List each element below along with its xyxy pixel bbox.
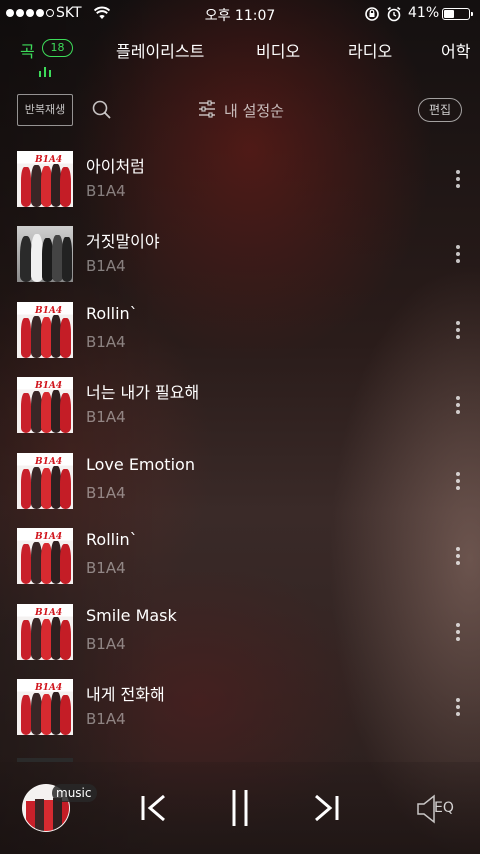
song-title: 아이처럼: [86, 157, 145, 176]
repeat-label: 반복재생: [24, 103, 66, 116]
now-playing-indicator-icon: [39, 67, 51, 77]
eq-label: EQ: [434, 800, 454, 816]
list-item[interactable]: B1A4 Rollin` B1A4: [0, 302, 480, 378]
more-options-icon[interactable]: [454, 472, 462, 492]
rotation-lock-icon: [365, 7, 379, 21]
more-options-icon[interactable]: [454, 245, 462, 265]
song-artist: B1A4: [86, 182, 126, 200]
song-title: Smile Mask: [86, 606, 177, 625]
tab-radio[interactable]: 라디오: [348, 38, 392, 62]
status-bar: SKT 오후 11:07 41%: [0, 0, 480, 28]
song-title: 내게 전화해: [86, 685, 165, 704]
list-item[interactable]: B1A4 Love Emotion B1A4: [0, 453, 480, 529]
tab-videos[interactable]: 비디오: [256, 38, 300, 62]
edit-label: 편집: [428, 103, 452, 117]
list-item[interactable]: B1A4 내게 전화해 B1A4: [0, 679, 480, 755]
list-item[interactable]: B1A4 Rollin` B1A4: [0, 528, 480, 604]
mini-player: music EQ: [0, 762, 480, 854]
album-art: B1A4: [17, 151, 73, 207]
list-toolbar: 반복재생 내 설정순 편집: [0, 84, 480, 134]
album-art: B1A4: [17, 453, 73, 509]
alarm-icon: [387, 6, 401, 22]
sort-order-label[interactable]: 내 설정순: [224, 100, 284, 121]
category-tabs: 곡 18 플레이리스트 비디오 라디오 어학: [0, 28, 480, 84]
list-item[interactable]: B1A4 아이처럼 B1A4: [0, 151, 480, 227]
more-options-icon[interactable]: [454, 547, 462, 567]
song-title: 너는 내가 필요해: [86, 383, 200, 402]
next-track-icon[interactable]: [312, 788, 340, 828]
song-artist: B1A4: [86, 635, 126, 653]
tab-language[interactable]: 어학: [441, 38, 470, 62]
list-item[interactable]: B1A4 너는 내가 필요해 B1A4: [0, 377, 480, 453]
song-title: Rollin`: [86, 530, 138, 549]
more-options-icon[interactable]: [454, 321, 462, 341]
song-artist: B1A4: [86, 710, 126, 728]
edit-button[interactable]: 편집: [418, 98, 462, 122]
list-item[interactable]: B1A4 Smile Mask B1A4: [0, 604, 480, 680]
more-options-icon[interactable]: [454, 396, 462, 416]
album-art: [17, 226, 73, 282]
previous-track-icon[interactable]: [140, 788, 168, 828]
song-artist: B1A4: [86, 484, 126, 502]
more-options-icon[interactable]: [454, 698, 462, 718]
album-art: B1A4: [17, 377, 73, 433]
more-options-icon[interactable]: [454, 170, 462, 190]
song-title: Rollin`: [86, 304, 138, 323]
song-artist: B1A4: [86, 333, 126, 351]
battery-percent: 41%: [408, 5, 440, 21]
album-art: B1A4: [17, 528, 73, 584]
song-title: Love Emotion: [86, 455, 195, 474]
sort-settings-icon[interactable]: [198, 100, 216, 118]
song-artist: B1A4: [86, 257, 126, 275]
list-item[interactable]: 거짓말이야 B1A4: [0, 226, 480, 302]
album-art: B1A4: [17, 604, 73, 660]
search-icon[interactable]: [92, 100, 112, 120]
repeat-button[interactable]: 반복재생: [17, 94, 73, 126]
album-art: B1A4: [17, 302, 73, 358]
more-options-icon[interactable]: [454, 623, 462, 643]
pause-icon[interactable]: [226, 788, 254, 828]
song-artist: B1A4: [86, 408, 126, 426]
song-count-badge: 18: [42, 39, 73, 57]
music-service-badge: music: [52, 784, 98, 802]
song-title: 거짓말이야: [86, 232, 160, 251]
album-art: B1A4: [17, 679, 73, 735]
song-artist: B1A4: [86, 559, 126, 577]
tab-playlists[interactable]: 플레이리스트: [116, 38, 204, 62]
tab-songs[interactable]: 곡: [20, 38, 35, 62]
battery-icon: [442, 8, 473, 20]
